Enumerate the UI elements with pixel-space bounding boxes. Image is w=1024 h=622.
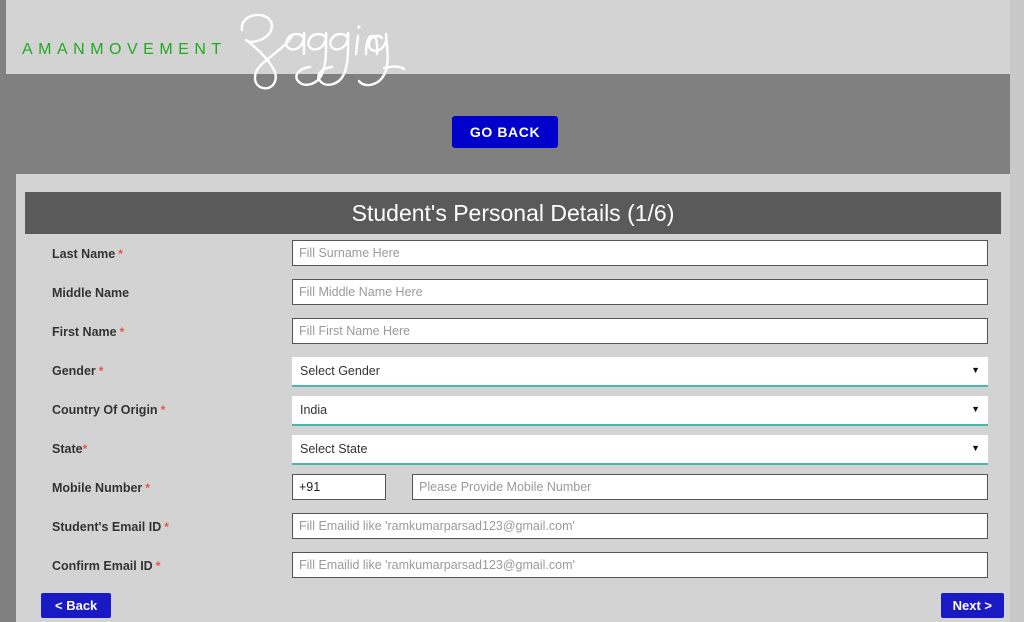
label-country-of-origin: Country Of Origin *	[52, 396, 165, 424]
field-control	[292, 513, 988, 539]
form-title: Student's Personal Details (1/6)	[25, 192, 1001, 234]
left-page-margin	[0, 0, 6, 622]
field-control: Select Gender ▼	[292, 357, 988, 387]
country-code-input[interactable]	[292, 474, 386, 500]
required-asterisk: *	[119, 325, 125, 339]
label-mobile-number: Mobile Number *	[52, 474, 150, 502]
required-asterisk: *	[160, 403, 166, 417]
field-control	[292, 279, 988, 305]
next-button[interactable]: Next >	[940, 593, 1004, 618]
mobile-number-group	[292, 474, 988, 500]
select-gender[interactable]: Select Gender ▼	[292, 357, 988, 387]
field-control: India ▼	[292, 396, 988, 426]
select-value: India	[300, 403, 328, 417]
label-text: Mobile Number	[52, 481, 143, 495]
form-row: First Name *	[16, 318, 1010, 357]
goback-container: GO BACK	[0, 116, 1010, 148]
field-control	[292, 318, 988, 344]
form-field-list: Last Name*Middle NameFirst Name*Gender*S…	[16, 240, 1010, 591]
label-state: State*	[52, 435, 87, 463]
required-asterisk: *	[155, 559, 161, 573]
chevron-down-icon: ▼	[971, 443, 980, 453]
brand-name: AMANMOVEMENT	[22, 41, 227, 58]
input-first-name[interactable]	[292, 318, 988, 344]
form-row: Student's Email ID *	[16, 513, 1010, 552]
field-control	[292, 240, 988, 266]
label-text: First Name	[52, 325, 117, 339]
label-last-name: Last Name *	[52, 240, 123, 268]
mobile-number-input[interactable]	[412, 474, 988, 500]
label-text: Country Of Origin	[52, 403, 158, 417]
label-first-name: First Name *	[52, 318, 124, 346]
form-row: Confirm Email ID *	[16, 552, 1010, 591]
label-gender: Gender *	[52, 357, 103, 385]
input-student-s-email-id[interactable]	[292, 513, 988, 539]
required-asterisk: *	[145, 481, 150, 495]
select-country-of-origin[interactable]: India ▼	[292, 396, 988, 426]
form-row: Middle Name	[16, 279, 1010, 318]
label-student-s-email-id: Student's Email ID *	[52, 513, 169, 541]
required-asterisk: *	[98, 364, 104, 378]
right-page-margin	[1010, 0, 1024, 622]
label-text: State	[52, 442, 83, 456]
input-middle-name[interactable]	[292, 279, 988, 305]
site-header: AMANMOVEMENT	[6, 0, 1010, 74]
required-asterisk: *	[118, 247, 123, 261]
label-text: Gender	[52, 364, 96, 378]
chevron-down-icon: ▼	[971, 404, 980, 414]
label-confirm-email-id: Confirm Email ID *	[52, 552, 160, 580]
back-button[interactable]: < Back	[41, 593, 112, 618]
input-last-name[interactable]	[292, 240, 988, 266]
label-text: Last Name	[52, 247, 116, 261]
select-value: Select State	[300, 442, 368, 456]
form-row: Gender * Select Gender ▼	[16, 357, 1010, 396]
select-value: Select Gender	[300, 364, 380, 378]
form-row: State* Select State ▼	[16, 435, 1010, 474]
select-state[interactable]: Select State ▼	[292, 435, 988, 465]
label-text: Middle Name	[52, 286, 130, 300]
student-details-form-panel: Student's Personal Details (1/6) Last Na…	[16, 174, 1010, 622]
label-text: Confirm Email ID	[52, 559, 153, 573]
form-row: Mobile Number *	[16, 474, 1010, 513]
input-confirm-email-id[interactable]	[292, 552, 988, 578]
required-asterisk: *	[164, 520, 169, 534]
form-row: Country Of Origin * India ▼	[16, 396, 1010, 435]
label-middle-name: Middle Name	[52, 279, 129, 307]
form-row: Last Name *	[16, 240, 1010, 279]
go-back-button[interactable]: GO BACK	[451, 116, 559, 148]
field-control	[292, 552, 988, 578]
chevron-down-icon: ▼	[971, 365, 980, 375]
label-text: Student's Email ID	[52, 520, 162, 534]
required-asterisk: *	[82, 442, 88, 456]
field-control: Select State ▼	[292, 435, 988, 465]
